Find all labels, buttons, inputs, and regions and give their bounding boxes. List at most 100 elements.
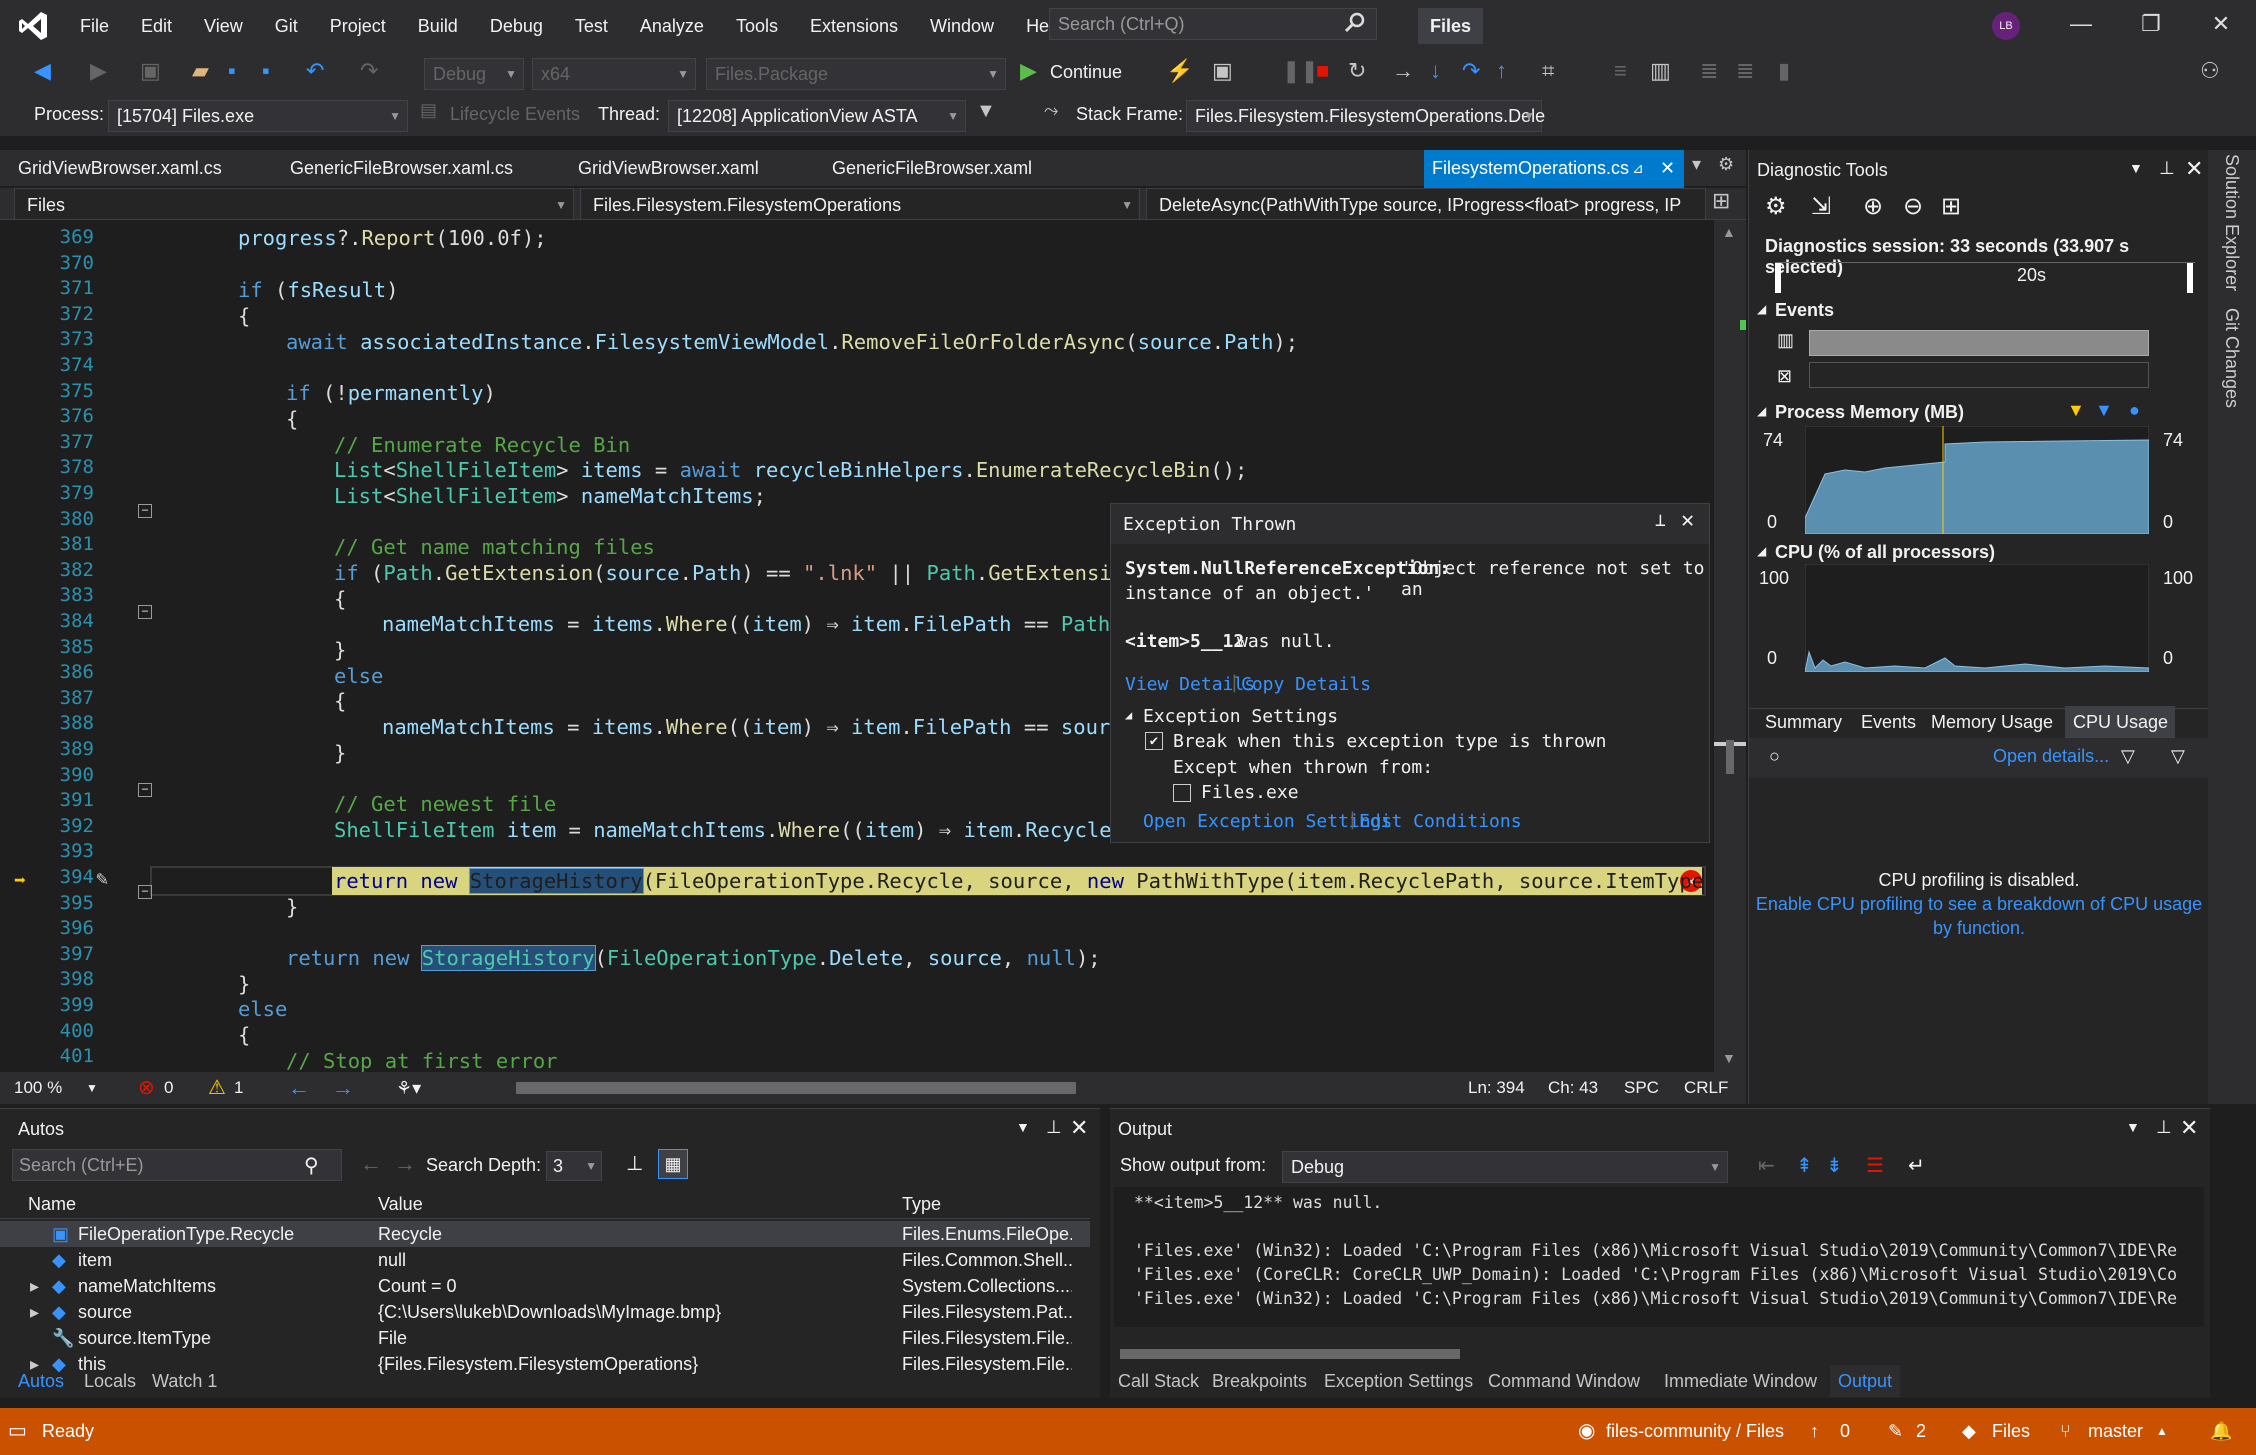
timeline-ruler[interactable]: 20s — [1775, 262, 2195, 296]
reset-view-icon[interactable]: ⊞ — [1941, 192, 1961, 221]
filter-icon[interactable]: ▼ — [976, 100, 996, 123]
menu-debug[interactable]: Debug — [474, 0, 559, 52]
tab-genericfilebrowser-xaml[interactable]: GenericFileBrowser.xaml — [814, 150, 1114, 186]
collapse-icon[interactable]: ◢ — [1125, 708, 1132, 722]
zoom-in-icon[interactable]: ⊕ — [1863, 192, 1883, 221]
process-select[interactable]: [15704] Files.exe ▼ — [108, 100, 408, 132]
menu-file[interactable]: File — [64, 0, 125, 52]
search-depth-select[interactable]: 3 ▼ — [546, 1151, 602, 1181]
search-back-icon[interactable]: ← — [360, 1151, 382, 1177]
config-select[interactable]: Debug ▼ — [424, 58, 524, 90]
live-share-icon[interactable]: ⚇ — [2200, 58, 2220, 84]
autos-row[interactable]: ▸ ◆ source {C:\Users\lukeb\Downloads\MyImag… — [0, 1299, 1090, 1325]
fold-icon[interactable]: − — [138, 783, 152, 797]
step-into-icon[interactable]: ↓ — [1430, 58, 1441, 84]
horizontal-scrollbar[interactable] — [516, 1082, 1076, 1094]
output-horizontal-scrollbar[interactable] — [1120, 1349, 1460, 1359]
settings-icon[interactable]: ⚙ — [1765, 192, 1787, 221]
record-icon[interactable]: ○ — [1769, 746, 1780, 767]
step-over-icon[interactable]: ↷ — [1462, 58, 1480, 84]
redo-icon[interactable]: ↷ — [360, 58, 378, 84]
pin-icon[interactable]: ⊿ — [1632, 150, 1644, 186]
breakpoint-settings-icon[interactable]: ✎ — [96, 866, 122, 892]
tab-cpu-usage[interactable]: CPU Usage — [2073, 712, 2168, 733]
project-nav-select[interactable]: Files ▼ — [14, 188, 574, 220]
tab-dropdown-icon[interactable]: ▾ — [1692, 154, 1701, 175]
variable-value[interactable]: Count = 0 — [378, 1273, 888, 1299]
menu-window[interactable]: Window — [914, 0, 1010, 52]
stop-icon[interactable]: ■ — [1316, 58, 1329, 84]
thread-select[interactable]: [12208] ApplicationView ASTA ▼ — [668, 100, 966, 132]
filter-icon[interactable]: ▽ — [2121, 746, 2135, 767]
cpu-usage-graph[interactable] — [1805, 564, 2149, 672]
tab-watch-1[interactable]: Watch 1 — [152, 1365, 217, 1397]
enable-cpu-profiling-link-cont[interactable]: by function. — [1749, 918, 2209, 939]
fold-icon[interactable]: − — [138, 885, 152, 899]
minimize-icon[interactable]: — — [2046, 0, 2116, 48]
layout-icon[interactable]: ▥ — [1650, 58, 1671, 84]
menu-analyze[interactable]: Analyze — [624, 0, 720, 52]
expand-icon[interactable]: ▸ — [30, 1299, 39, 1325]
expand-icon[interactable]: ▸ — [30, 1273, 39, 1299]
pin-source-icon[interactable]: ⊥ — [626, 1151, 643, 1176]
pin-icon[interactable]: ⊥ — [2159, 158, 2175, 179]
menu-tools[interactable]: Tools — [720, 0, 794, 52]
column-value[interactable]: Value — [378, 1189, 423, 1219]
tab-command-window[interactable]: Command Window — [1488, 1365, 1640, 1397]
hot-reload-icon[interactable]: ⚡ — [1166, 58, 1193, 84]
split-view-icon[interactable]: ⊞ — [1712, 188, 1730, 214]
open-details-link[interactable]: Open details... — [1993, 746, 2109, 767]
solution-explorer-tab[interactable]: Solution Explorer — [2221, 154, 2242, 291]
tab-locals[interactable]: Locals — [84, 1365, 136, 1397]
close-icon[interactable]: ✕ — [1681, 508, 1694, 533]
column-type[interactable]: Type — [902, 1189, 941, 1219]
code-editor[interactable]: ➡ ✎ ✕ 369 370 371 372 373 374 375 376 377 378 379 3… — [0, 220, 1718, 1072]
tab-autos[interactable]: Autos — [18, 1365, 64, 1397]
avatar[interactable]: LB — [1992, 12, 2020, 40]
dropdown-icon[interactable]: ▼ — [2129, 160, 2143, 176]
lifecycle-events-select[interactable]: Lifecycle Events — [450, 104, 580, 125]
restart-icon[interactable]: ↻ — [1348, 58, 1366, 84]
notifications-icon[interactable]: 🔔 — [2210, 1408, 2232, 1455]
stack-frame-select[interactable]: Files.Filesystem.FilesystemOperations.De… — [1186, 100, 1545, 132]
continue-icon[interactable]: ▶ — [1020, 58, 1037, 84]
save-all-icon[interactable]: ▪ — [262, 58, 270, 84]
editor-scrollbar[interactable]: ▲ ▼ — [1714, 220, 1746, 1072]
tab-events[interactable]: Events — [1861, 712, 1916, 733]
break-checkbox[interactable]: ✔ — [1145, 732, 1163, 750]
go-to-previous-icon[interactable]: ⇤ — [1758, 1153, 1775, 1178]
pin-icon[interactable]: ⊥ — [1655, 510, 1666, 531]
warning-icon[interactable]: ⚠ — [208, 1072, 226, 1104]
outdent-icon[interactable]: ≣ — [1736, 58, 1754, 84]
copy-details-link[interactable]: Copy Details — [1241, 674, 1371, 695]
platform-select[interactable]: x64 ▼ — [532, 58, 696, 90]
menu-extensions[interactable]: Extensions — [794, 0, 914, 52]
cleanup-icon[interactable]: ⚘▾ — [396, 1072, 421, 1104]
next-issue-icon[interactable]: → — [332, 1072, 354, 1104]
edit-conditions-link[interactable]: Edit Conditions — [1359, 811, 1522, 832]
export-icon[interactable]: ⇲ — [1811, 192, 1831, 221]
variable-value[interactable]: null — [378, 1247, 888, 1273]
screenshot-icon[interactable]: ▣ — [1212, 58, 1233, 84]
close-icon[interactable]: ✕ — [1070, 1115, 1088, 1141]
tab-genericfilebrowser-xaml-cs[interactable]: GenericFileBrowser.xaml.cs — [272, 150, 572, 186]
column-name[interactable]: Name — [28, 1189, 76, 1219]
error-count-icon[interactable]: ⊗ — [138, 1072, 155, 1104]
hex-display-icon[interactable]: ⌗ — [1542, 58, 1554, 84]
menu-view[interactable]: View — [188, 0, 259, 52]
variable-value[interactable]: {C:\Users\lukeb\Downloads\MyImage.bmp} — [378, 1299, 888, 1325]
autos-row[interactable]: ▸ ◆ nameMatchItems Count = 0 System.Collecti… — [0, 1273, 1090, 1299]
tab-gridviewbrowser-xaml-cs[interactable]: GridViewBrowser.xaml.cs — [0, 150, 270, 186]
menu-edit[interactable]: Edit — [125, 0, 188, 52]
tab-breakpoints[interactable]: Breakpoints — [1212, 1365, 1307, 1397]
output-text[interactable]: **<item>5__12** was null. 'Files.exe' (Wi… — [1114, 1187, 2204, 1327]
close-icon[interactable]: ✕ — [2185, 156, 2203, 182]
indent-icon[interactable]: ≣ — [1700, 58, 1718, 84]
open-folder-icon[interactable]: ▰ — [192, 58, 209, 84]
settings-icon[interactable]: ⚙ — [1718, 154, 1734, 175]
variable-value[interactable]: Recycle — [378, 1221, 888, 1247]
search-input[interactable]: Search (Ctrl+Q) — [1049, 8, 1377, 40]
pencil-icon[interactable]: ✎ — [1888, 1408, 1903, 1455]
tab-exception-settings[interactable]: Exception Settings — [1324, 1365, 1473, 1397]
events-track[interactable] — [1809, 330, 2149, 356]
